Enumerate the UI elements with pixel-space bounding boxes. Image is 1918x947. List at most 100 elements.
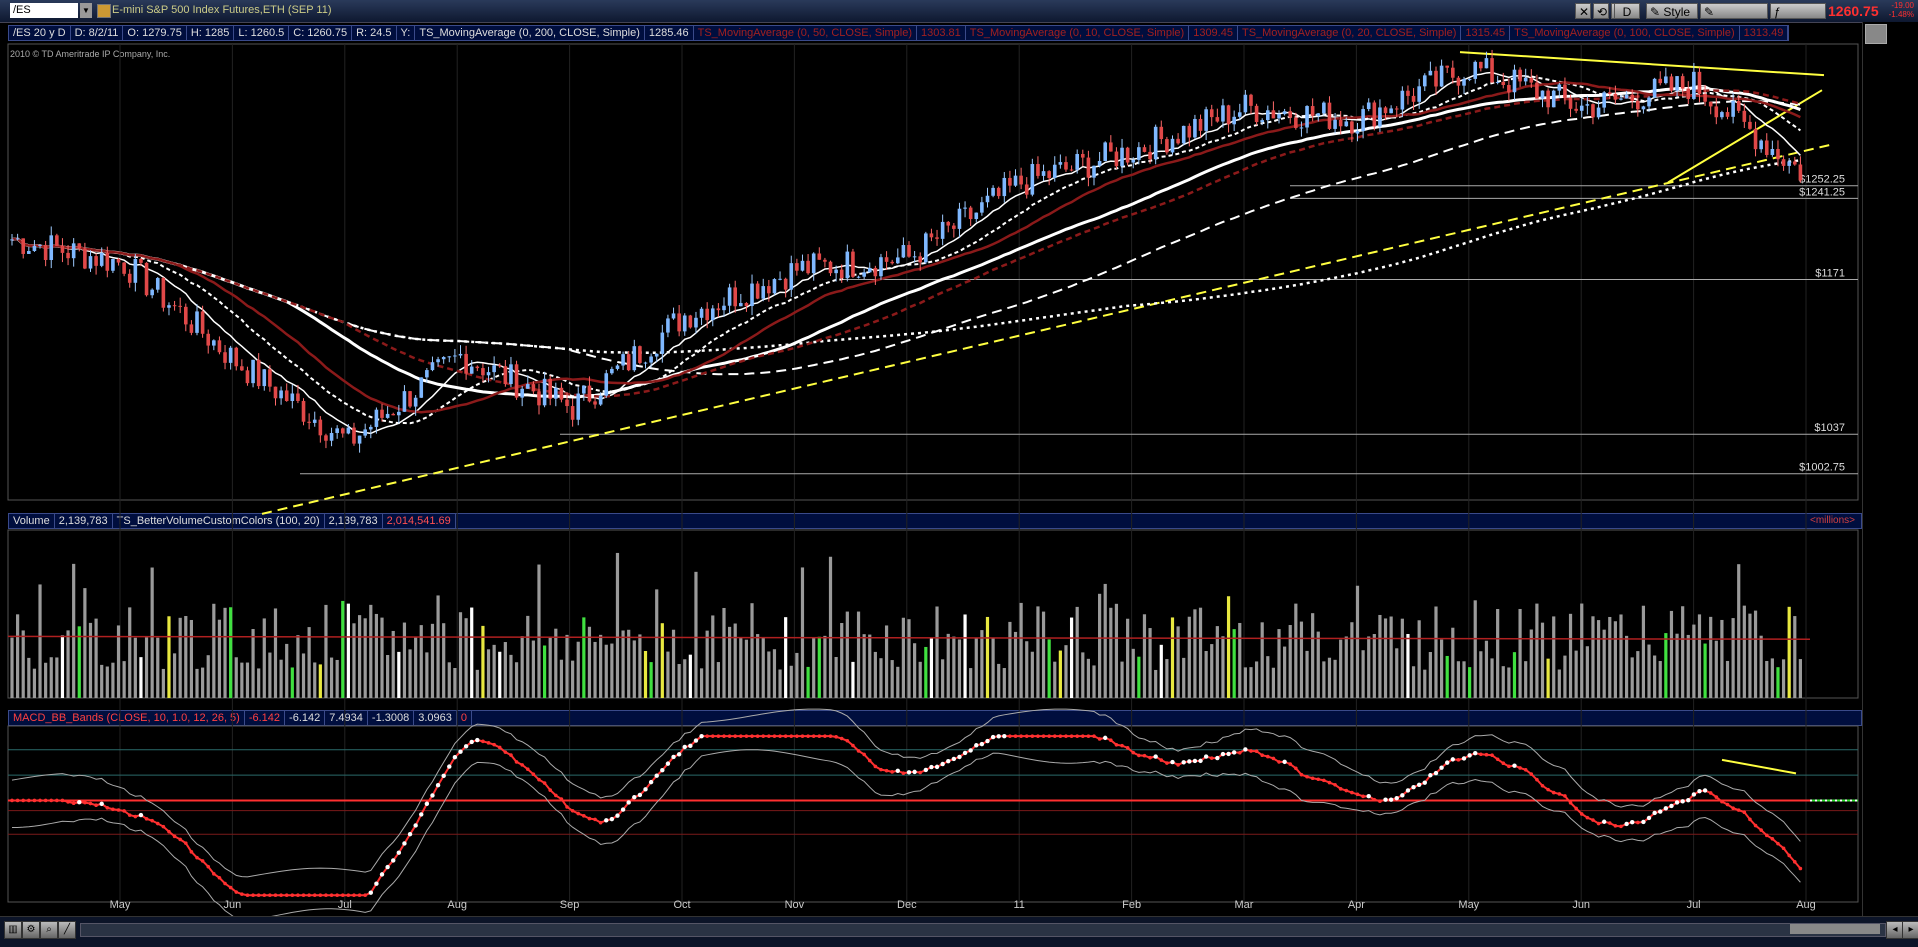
candle-body [1058,162,1063,165]
candle-body [1507,84,1511,93]
search-icon[interactable]: ⌕ [40,921,58,939]
price-pane-label: D: 8/2/11 [71,26,124,40]
macd-dot [435,783,441,788]
volume-bar [604,644,608,698]
volume-bar [868,634,872,698]
price-pane-label: /ES 20 y D [9,26,71,40]
volume-bar [1731,618,1735,698]
volume-bar [262,618,266,698]
volume-bar [969,668,973,698]
macd-dot [912,769,917,775]
candle-body [183,306,188,325]
candle-body [907,245,911,257]
scroll-thumb[interactable] [1790,924,1880,934]
candle-body [1731,100,1735,117]
candle-body [615,365,620,369]
horizontal-scrollbar[interactable] [80,923,1886,937]
candle-body [929,233,934,238]
candle-body [851,251,855,277]
candle-body [1131,159,1136,163]
volume-bar [828,556,833,698]
macd-pane-label: -6.142 [285,711,326,725]
volume-bar [1512,652,1517,698]
candle-body [475,366,480,369]
volume-bar [929,637,934,698]
volume-bar [1496,609,1500,698]
scroll-right-icon[interactable]: ▸ [1902,921,1918,939]
candle-body [127,273,132,283]
candle-body [1607,92,1612,94]
volume-bar [44,662,48,698]
macd-dot [940,761,945,767]
studies-button[interactable]: ƒ Studies [1770,3,1826,35]
drawings-button[interactable]: ✎ Drawings [1700,3,1768,35]
macd-dot [1254,749,1259,754]
macd-dot [727,734,732,738]
volume-bar [1075,606,1079,698]
macd-dot [228,885,233,890]
candle-body [1170,138,1175,153]
volume-bar [1266,656,1270,698]
candle-body [834,269,838,274]
candle-body [554,387,558,399]
candle-body [626,354,631,371]
candle-body [352,427,356,444]
top-toolbar: /ES ▼ E-mini S&P 500 Index Futures,ETH (… [0,0,1918,35]
candle-body [150,289,154,296]
macd-dot [43,798,48,803]
zoom-icon[interactable]: ⟲ [1593,3,1609,19]
candle-body [1759,140,1763,150]
volume-bar [985,616,990,698]
settings-icon[interactable]: ⚙ [22,921,40,939]
macd-dot [379,872,385,877]
volume-bar [1383,618,1388,698]
zoom-out-icon[interactable]: ▥ [4,921,22,939]
macd-pane-header: MACD_BB_Bands (CLOSE, 10, 1.0, 12, 26, 5… [8,710,1862,726]
expand-icon[interactable] [1865,24,1887,44]
candle-body [839,269,844,279]
volume-bar [10,637,14,698]
candle-body [83,248,87,269]
candle-body [1540,90,1545,99]
price-pane-label: TS_MovingAverage (0, 50, CLOSE, Simple) [694,26,918,40]
candle-body [1675,76,1679,91]
volume-bar [1198,607,1203,698]
candle-body [901,245,906,258]
candle-body [1462,79,1466,86]
style-button[interactable]: ✎ Style [1646,3,1698,19]
volume-bar [1019,602,1023,698]
volume-bar [458,612,463,698]
candle-body [1585,104,1590,106]
candle-body [800,260,805,271]
moving-average-line [11,71,1801,435]
macd-dot [1669,803,1674,809]
candle-body [340,428,345,434]
volume-bar [144,637,149,698]
macd-bollinger-band [11,749,1801,922]
volume-bar [1355,585,1360,698]
candle-body [268,369,272,387]
volume-bar [156,637,160,698]
candle-body [1596,107,1601,118]
volume-bar [744,639,749,698]
macd-dot [189,850,194,854]
symbol-dropdown-icon[interactable]: ▼ [80,3,92,18]
crosshair-icon[interactable]: ✕ [1575,3,1591,19]
candle-body [1619,98,1623,100]
symbol-input[interactable]: /ES [10,3,78,18]
candle-body [21,238,26,254]
macd-dot [1378,799,1382,804]
candle-body [469,366,474,374]
volume-bar [761,637,765,698]
draw-icon[interactable]: ╱ [58,921,76,939]
candle-body [212,340,216,346]
aggregation-button[interactable]: D [1614,3,1640,19]
chart-canvas[interactable]: $1252.25$1241.25$1171$1037$1002.75 13501… [0,0,1918,946]
candle-body [761,286,766,299]
candle-body [682,315,687,332]
macd-dot [750,734,754,738]
macd-dot [1203,754,1209,759]
volume-bar [1709,616,1713,698]
link-icon[interactable] [97,4,111,18]
volume-bar [1507,667,1511,698]
